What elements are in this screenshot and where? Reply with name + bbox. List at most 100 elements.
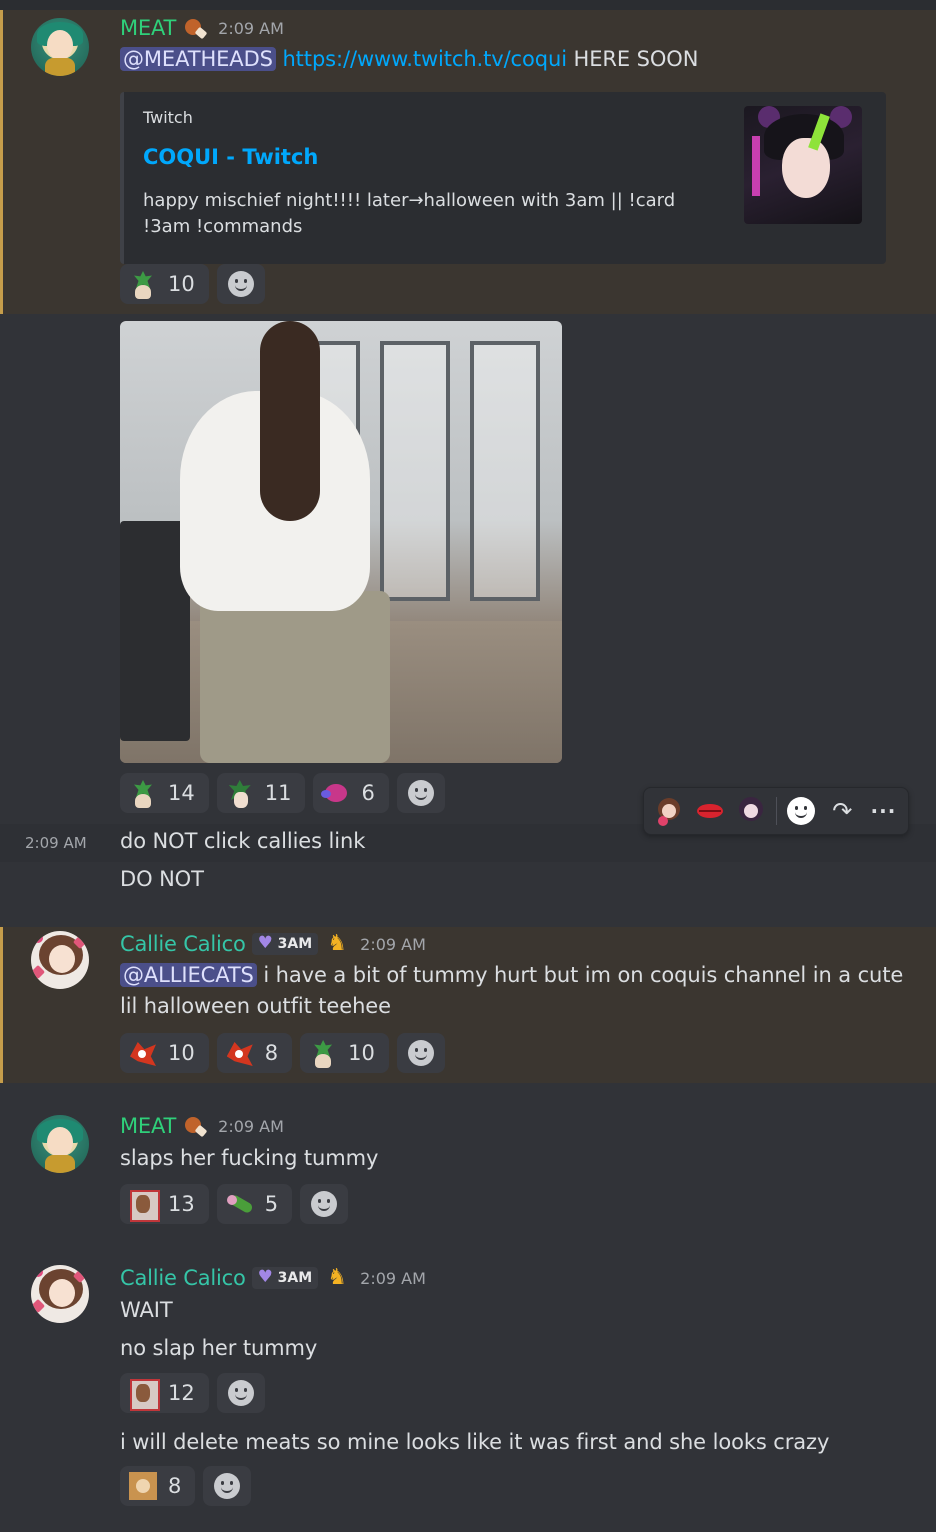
- meat-icon: [182, 15, 208, 41]
- cucumber-emoji-icon: [225, 1189, 255, 1219]
- reaction-count: 8: [264, 1041, 279, 1065]
- smile-icon: [407, 780, 434, 806]
- toolbar-divider: [775, 797, 777, 825]
- embed-title[interactable]: COQUI - Twitch: [143, 145, 318, 169]
- message-header: Callie Calico 3AM ♞ 2:09 AM: [120, 931, 426, 957]
- avatar[interactable]: [31, 1115, 89, 1173]
- message-text: lil halloween outfit teehee: [120, 994, 391, 1018]
- message-meat-2: MEAT 2:09 AM slaps her fucking tummy 13 …: [0, 1108, 936, 1228]
- avatar[interactable]: [31, 931, 89, 989]
- reaction[interactable]: 11: [216, 773, 306, 813]
- add-reaction-button[interactable]: [396, 773, 445, 813]
- reaction-count: 8: [168, 1474, 182, 1498]
- lips-emoji-icon[interactable]: [693, 794, 726, 828]
- skull-girl-emoji-icon[interactable]: [734, 794, 767, 828]
- timestamp[interactable]: 2:09 AM: [25, 834, 87, 852]
- reaction-count: 11: [264, 781, 292, 805]
- timestamp[interactable]: 2:09 AM: [360, 1269, 426, 1288]
- role-tag[interactable]: 3AM: [251, 933, 319, 955]
- top-strip: [0, 0, 936, 10]
- reactions: 12: [120, 1373, 265, 1413]
- smile-icon: [227, 271, 254, 297]
- goblin-emoji-icon: [308, 1038, 338, 1068]
- add-reaction-button[interactable]: [216, 1373, 265, 1413]
- man-face-emoji-icon: [128, 1378, 160, 1411]
- message-toolbar: ↷ ···: [643, 787, 909, 835]
- smile-icon: [407, 1040, 434, 1066]
- role-mention[interactable]: @ALLIECATS: [120, 963, 257, 987]
- message-text: no slap her tummy: [120, 1336, 318, 1360]
- reaction[interactable]: 6: [313, 773, 389, 813]
- message-link[interactable]: https://www.twitch.tv/coqui: [282, 47, 567, 71]
- reaction[interactable]: 8: [216, 1033, 293, 1073]
- reply-button[interactable]: ↷: [826, 794, 859, 828]
- pink-blob-emoji-icon: [321, 778, 351, 808]
- username[interactable]: Callie Calico: [120, 1266, 246, 1290]
- username[interactable]: Callie Calico: [120, 932, 246, 956]
- timestamp[interactable]: 2:09 AM: [218, 1117, 284, 1136]
- reaction[interactable]: 10: [120, 264, 209, 304]
- message-text: DO NOT: [120, 867, 204, 891]
- meat-icon: [182, 1113, 208, 1139]
- gif-attachment[interactable]: [120, 321, 562, 763]
- mention-indicator: [0, 927, 3, 1083]
- add-reaction-button[interactable]: [396, 1033, 445, 1073]
- reaction[interactable]: 14: [120, 773, 209, 813]
- reaction-count: 10: [348, 1041, 375, 1065]
- add-reaction-button[interactable]: [216, 264, 265, 304]
- reactions-gif: 14 11 6: [120, 773, 445, 813]
- role-tag-label: 3AM: [277, 936, 313, 952]
- message-content: @ALLIECATS i have a bit of tummy hurt bu…: [120, 963, 903, 987]
- message-header: Callie Calico 3AM ♞ 2:09 AM: [120, 1265, 426, 1291]
- message-text: i have a bit of tummy hurt but im on coq…: [256, 963, 904, 987]
- smile-icon: [214, 1473, 241, 1499]
- add-reaction-button[interactable]: [300, 1184, 349, 1224]
- fire-bird-emoji-icon: [225, 1038, 255, 1068]
- smile-icon: [311, 1191, 338, 1217]
- fire-bird-emoji-icon: [128, 1038, 158, 1068]
- heart-icon: [258, 1267, 274, 1287]
- reactions: 13 5: [120, 1184, 349, 1224]
- message-callie-1: Callie Calico 3AM ♞ 2:09 AM @ALLIECATS i…: [0, 927, 936, 1083]
- reaction[interactable]: 12: [120, 1373, 209, 1413]
- reaction-count: 12: [168, 1381, 195, 1405]
- reaction-count: 14: [168, 781, 195, 805]
- role-tag[interactable]: 3AM: [251, 1267, 319, 1289]
- username[interactable]: MEAT: [120, 1114, 176, 1138]
- embed-thumbnail[interactable]: [744, 106, 862, 224]
- timestamp[interactable]: 2:09 AM: [360, 935, 426, 954]
- reaction[interactable]: 5: [216, 1184, 293, 1224]
- mention-indicator: [0, 10, 3, 314]
- avatar[interactable]: [31, 1265, 89, 1323]
- goblin-girl-emoji-icon: [225, 778, 255, 808]
- cat-icon: ♞: [327, 931, 348, 956]
- username[interactable]: MEAT: [120, 16, 176, 40]
- reaction-count: 13: [168, 1192, 195, 1216]
- reaction-count: 10: [168, 272, 195, 296]
- message-text: i will delete meats so mine looks like i…: [120, 1430, 830, 1454]
- avatar[interactable]: [31, 18, 89, 76]
- reaction[interactable]: 8: [120, 1466, 196, 1506]
- message-header: MEAT 2:09 AM: [120, 15, 284, 41]
- reaction-count: 5: [264, 1192, 279, 1216]
- dog-emoji-icon: [128, 1471, 158, 1501]
- role-mention[interactable]: @MEATHEADS: [120, 47, 276, 71]
- reactions: 10 8 10: [120, 1033, 445, 1073]
- girl-emoji-icon[interactable]: [652, 794, 685, 828]
- man-face-emoji-icon: [128, 1189, 160, 1222]
- message-header: MEAT 2:09 AM: [120, 1113, 284, 1139]
- add-reaction-button[interactable]: [784, 794, 817, 828]
- more-icon: ···: [870, 799, 897, 823]
- reaction[interactable]: 10: [300, 1033, 389, 1073]
- cat-icon: ♞: [327, 1265, 348, 1290]
- more-button[interactable]: ···: [867, 794, 900, 828]
- reaction[interactable]: 13: [120, 1184, 209, 1224]
- message-meat-1: MEAT 2:09 AM @MEATHEADS https://www.twit…: [0, 10, 936, 314]
- embed-provider: Twitch: [143, 108, 193, 127]
- link-embed: Twitch COQUI - Twitch happy mischief nig…: [120, 92, 886, 264]
- message-callie-2: Callie Calico 3AM ♞ 2:09 AM WAIT no slap…: [0, 1262, 936, 1512]
- timestamp[interactable]: 2:09 AM: [218, 19, 284, 38]
- add-reaction-button[interactable]: [203, 1466, 252, 1506]
- message-content: @MEATHEADS https://www.twitch.tv/coqui H…: [120, 47, 698, 71]
- reaction[interactable]: 10: [120, 1033, 209, 1073]
